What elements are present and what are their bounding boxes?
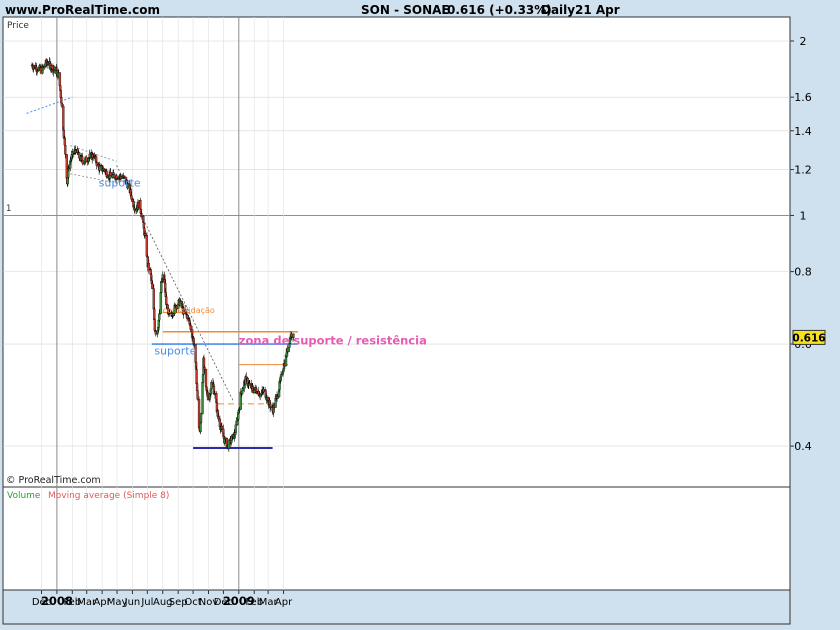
x-tick-label: Jun	[124, 597, 141, 608]
y-tick-label: 0.4	[794, 440, 812, 453]
quote-label: 0.616 (+0.33%)	[447, 3, 552, 17]
y-tick-label: 1	[800, 209, 807, 222]
stock-chart: www.ProRealTime.com SON - SONAE 0.616 (+…	[0, 0, 840, 630]
candle	[60, 96, 63, 104]
annotation-suporte-2: suporte	[154, 344, 196, 357]
moving-average-label: Moving average (Simple 8)	[48, 491, 169, 501]
price-label: Price	[7, 21, 29, 31]
annotation-zona-suporte-resistencia: zona de suporte / resistência	[239, 334, 427, 348]
annotation-suporte-1: suporte	[99, 176, 141, 189]
copyright-label: © ProRealTime.com	[6, 475, 101, 486]
y-tick-label: 1.6	[794, 91, 812, 104]
x-tick-label: Jul	[140, 597, 153, 608]
period-label: Daily	[541, 3, 575, 17]
candle	[145, 232, 149, 258]
volume-label: Volume	[7, 491, 41, 501]
site-label: www.ProRealTime.com	[5, 3, 160, 17]
one-marker: 1	[6, 204, 11, 214]
y-tick-label: 1.4	[794, 125, 812, 138]
candle	[286, 347, 290, 353]
y-tick-label: 1.2	[794, 164, 812, 177]
y-tick-label: 2	[800, 35, 807, 48]
current-price-box: 0.616	[792, 329, 826, 345]
candle	[199, 412, 203, 425]
price-panel	[2, 16, 791, 488]
annotation-consolidacao: consolidação	[163, 306, 215, 315]
current-price-label: 0.616	[792, 332, 825, 344]
chart-title: SON - SONAE	[361, 3, 450, 17]
date-label: 21 Apr	[575, 3, 620, 17]
volume-panel	[2, 486, 791, 591]
y-tick-label: 0.8	[794, 266, 812, 279]
candle	[201, 379, 204, 415]
candle	[153, 318, 156, 332]
candle	[58, 72, 62, 88]
x-tick-label: Apr	[275, 597, 293, 608]
